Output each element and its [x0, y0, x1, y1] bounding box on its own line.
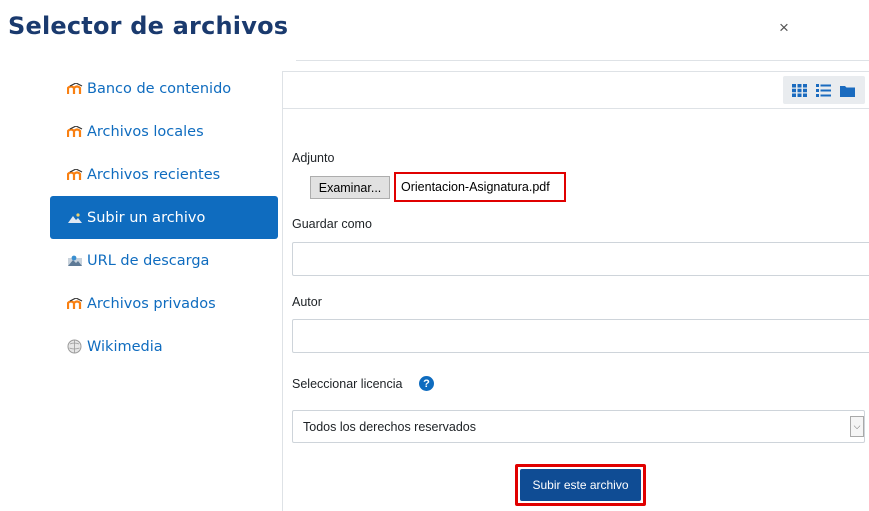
browse-button[interactable]: Examinar... — [310, 176, 390, 199]
sidebar-item-archivos-recientes[interactable]: Archivos recientes — [50, 153, 278, 196]
moodle-icon — [67, 125, 87, 138]
sidebar-item-label: Subir un archivo — [87, 209, 206, 226]
sidebar-item-archivos-locales[interactable]: Archivos locales — [50, 110, 278, 153]
upload-highlight: Subir este archivo — [515, 464, 646, 506]
moodle-icon — [67, 82, 87, 95]
header-divider — [296, 60, 869, 61]
wikimedia-icon — [67, 339, 87, 354]
download-url-icon — [67, 255, 87, 267]
view-switcher — [783, 76, 865, 104]
upload-panel — [282, 71, 869, 511]
sidebar-item-archivos-privados[interactable]: Archivos privados — [50, 282, 278, 325]
author-input[interactable] — [292, 319, 869, 353]
license-select[interactable]: Todos los derechos reservados ⌵ — [292, 410, 865, 443]
sidebar-item-subir-un-archivo[interactable]: Subir un archivo — [50, 196, 278, 239]
sidebar-item-label: Archivos locales — [87, 123, 204, 140]
dialog-title: Selector de archivos — [8, 12, 289, 40]
sidebar-item-label: Wikimedia — [87, 338, 163, 355]
selected-file-name: Orientacion-Asignatura.pdf — [394, 172, 566, 202]
grid-view-icon[interactable] — [792, 83, 807, 97]
moodle-icon — [67, 297, 87, 310]
repository-sidebar: Banco de contenido Archivos locales Arch… — [50, 67, 278, 368]
moodle-icon — [67, 168, 87, 181]
sidebar-item-banco-de-contenido[interactable]: Banco de contenido — [50, 67, 278, 110]
chevron-down-icon: ⌵ — [850, 416, 864, 437]
help-icon[interactable]: ? — [419, 376, 434, 391]
author-label: Autor — [292, 295, 322, 309]
file-toolbar — [283, 71, 869, 109]
save-as-label: Guardar como — [292, 217, 372, 231]
list-view-icon[interactable] — [816, 83, 831, 97]
save-as-input[interactable] — [292, 242, 869, 276]
license-label: Seleccionar licencia — [292, 377, 403, 391]
sidebar-item-url-de-descarga[interactable]: URL de descarga — [50, 239, 278, 282]
sidebar-item-label: Archivos privados — [87, 295, 216, 312]
sidebar-item-label: URL de descarga — [87, 252, 210, 269]
sidebar-item-label: Banco de contenido — [87, 80, 232, 97]
upload-icon — [67, 212, 87, 224]
sidebar-item-label: Archivos recientes — [87, 166, 221, 183]
upload-file-button[interactable]: Subir este archivo — [520, 469, 641, 501]
close-icon[interactable]: × — [779, 19, 789, 36]
attachment-label: Adjunto — [292, 151, 335, 165]
license-selected-value: Todos los derechos reservados — [303, 419, 477, 434]
folder-view-icon[interactable] — [840, 84, 855, 97]
sidebar-item-wikimedia[interactable]: Wikimedia — [50, 325, 278, 368]
